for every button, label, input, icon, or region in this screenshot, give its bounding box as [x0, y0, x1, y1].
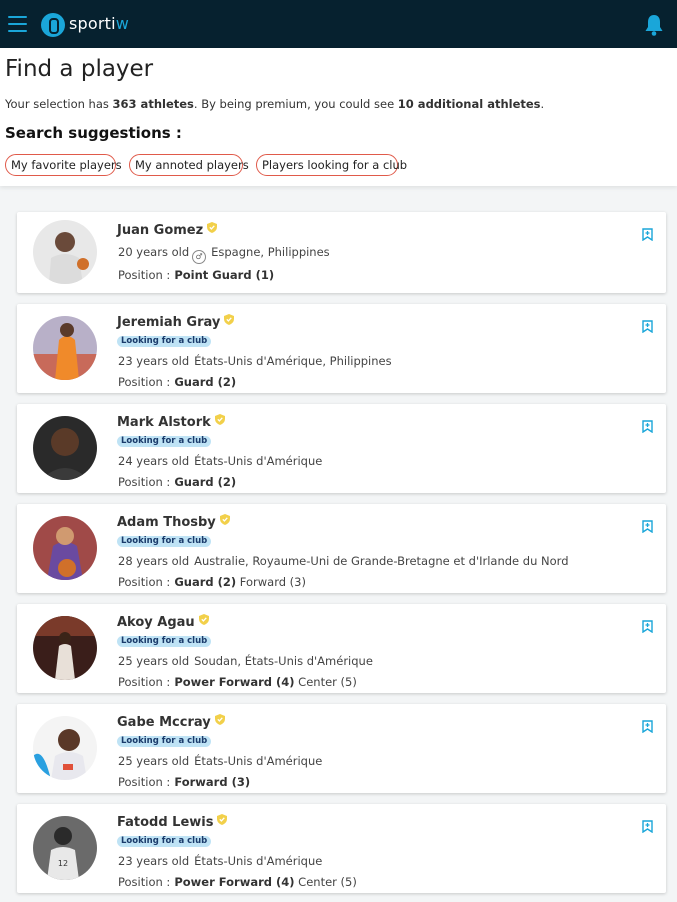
svg-text:12: 12 — [58, 859, 68, 868]
player-position: Position : Power Forward (4) Center (5) — [118, 875, 357, 889]
verified-icon — [207, 222, 218, 233]
verified-icon — [224, 314, 235, 325]
player-avatar[interactable] — [33, 220, 97, 284]
bookmark-add-icon[interactable] — [642, 620, 653, 633]
player-card[interactable]: Akoy Agau Looking for a club 25 years ol… — [17, 604, 666, 693]
selection-summary: Your selection has 363 athletes. By bein… — [5, 97, 545, 111]
verified-icon — [214, 414, 225, 425]
athlete-count: 363 athletes — [112, 97, 194, 111]
player-card[interactable]: Gabe Mccray Looking for a club 25 years … — [17, 704, 666, 793]
player-card[interactable]: 12 Fatodd Lewis Looking for a club 23 ye… — [17, 804, 666, 893]
bookmark-add-icon[interactable] — [642, 720, 653, 733]
player-name[interactable]: Juan Gomez — [117, 222, 218, 238]
chip-favorite-players[interactable]: My favorite players — [5, 154, 122, 176]
bell-icon[interactable] — [644, 14, 664, 36]
player-name[interactable]: Fatodd Lewis — [117, 814, 228, 830]
verified-icon — [219, 514, 230, 525]
sportiw-logo-icon[interactable] — [41, 13, 65, 37]
additional-athletes-count: 10 additional athletes — [397, 97, 541, 111]
player-position: Position : Forward (3) — [118, 775, 251, 789]
looking-for-club-badge: Looking for a club — [117, 736, 212, 747]
looking-for-club-badge: Looking for a club — [117, 436, 212, 447]
bookmark-add-icon[interactable] — [642, 320, 653, 333]
verified-icon — [217, 814, 228, 825]
chip-looking-for-club[interactable]: Players looking for a club — [256, 154, 407, 176]
bookmark-add-icon[interactable] — [642, 520, 653, 533]
male-icon: ♂ — [192, 250, 207, 264]
player-card[interactable]: Mark Alstork Looking for a club 24 years… — [17, 404, 666, 493]
player-details: 23 years old États-Unis d'Amérique — [118, 854, 323, 868]
looking-for-club-badge: Looking for a club — [117, 536, 212, 547]
hamburger-menu-icon[interactable] — [8, 16, 27, 32]
bookmark-add-icon[interactable] — [642, 820, 653, 833]
top-bar: sportiw — [0, 0, 677, 48]
player-position: Position : Guard (2) — [118, 475, 237, 489]
player-details: 28 years old Australie, Royaume-Uni de Gr… — [118, 554, 569, 568]
verified-icon — [214, 714, 225, 725]
player-name[interactable]: Jeremiah Gray — [117, 314, 235, 330]
player-position: Position : Point Guard (1) — [118, 268, 275, 282]
player-avatar[interactable] — [33, 416, 97, 480]
player-card[interactable]: Juan Gomez 20 years old ♂ Espagne, Philipp… — [17, 212, 666, 293]
player-avatar[interactable] — [33, 616, 97, 680]
looking-for-club-badge: Looking for a club — [117, 836, 212, 847]
player-name[interactable]: Mark Alstork — [117, 414, 225, 430]
player-name[interactable]: Adam Thosby — [117, 514, 230, 530]
looking-for-club-badge: Looking for a club — [117, 636, 212, 647]
search-suggestions-title: Search suggestions : — [5, 124, 182, 142]
player-avatar[interactable]: 12 — [33, 816, 97, 880]
app-logo-text[interactable]: sportiw — [69, 14, 129, 33]
player-name[interactable]: Akoy Agau — [117, 614, 209, 630]
player-details: 20 years old ♂ Espagne, Philippines — [118, 245, 330, 264]
player-avatar[interactable] — [33, 316, 97, 380]
player-card[interactable]: Jeremiah Gray Looking for a club 23 year… — [17, 304, 666, 393]
bookmark-add-icon[interactable] — [642, 420, 653, 433]
player-position: Position : Power Forward (4) Center (5) — [118, 675, 357, 689]
player-avatar[interactable] — [33, 516, 97, 580]
player-card[interactable]: Adam Thosby Looking for a club 28 years … — [17, 504, 666, 593]
player-details: 25 years old États-Unis d'Amérique — [118, 754, 323, 768]
search-header: Find a player Your selection has 363 ath… — [0, 48, 677, 186]
looking-for-club-badge: Looking for a club — [117, 336, 212, 347]
player-details: 25 years old Soudan, États-Unis d'Amériqu… — [118, 654, 373, 668]
player-name[interactable]: Gabe Mccray — [117, 714, 225, 730]
player-details: 23 years old États-Unis d'Amérique, Phili… — [118, 354, 392, 368]
verified-icon — [198, 614, 209, 625]
bookmark-add-icon[interactable] — [642, 228, 653, 241]
player-details: 24 years old États-Unis d'Amérique — [118, 454, 323, 468]
player-position: Position : Guard (2) Forward (3) — [118, 575, 306, 589]
player-position: Position : Guard (2) — [118, 375, 237, 389]
page-title: Find a player — [5, 56, 154, 82]
chip-annoted-players[interactable]: My annoted players — [129, 154, 249, 176]
player-avatar[interactable] — [33, 716, 97, 780]
